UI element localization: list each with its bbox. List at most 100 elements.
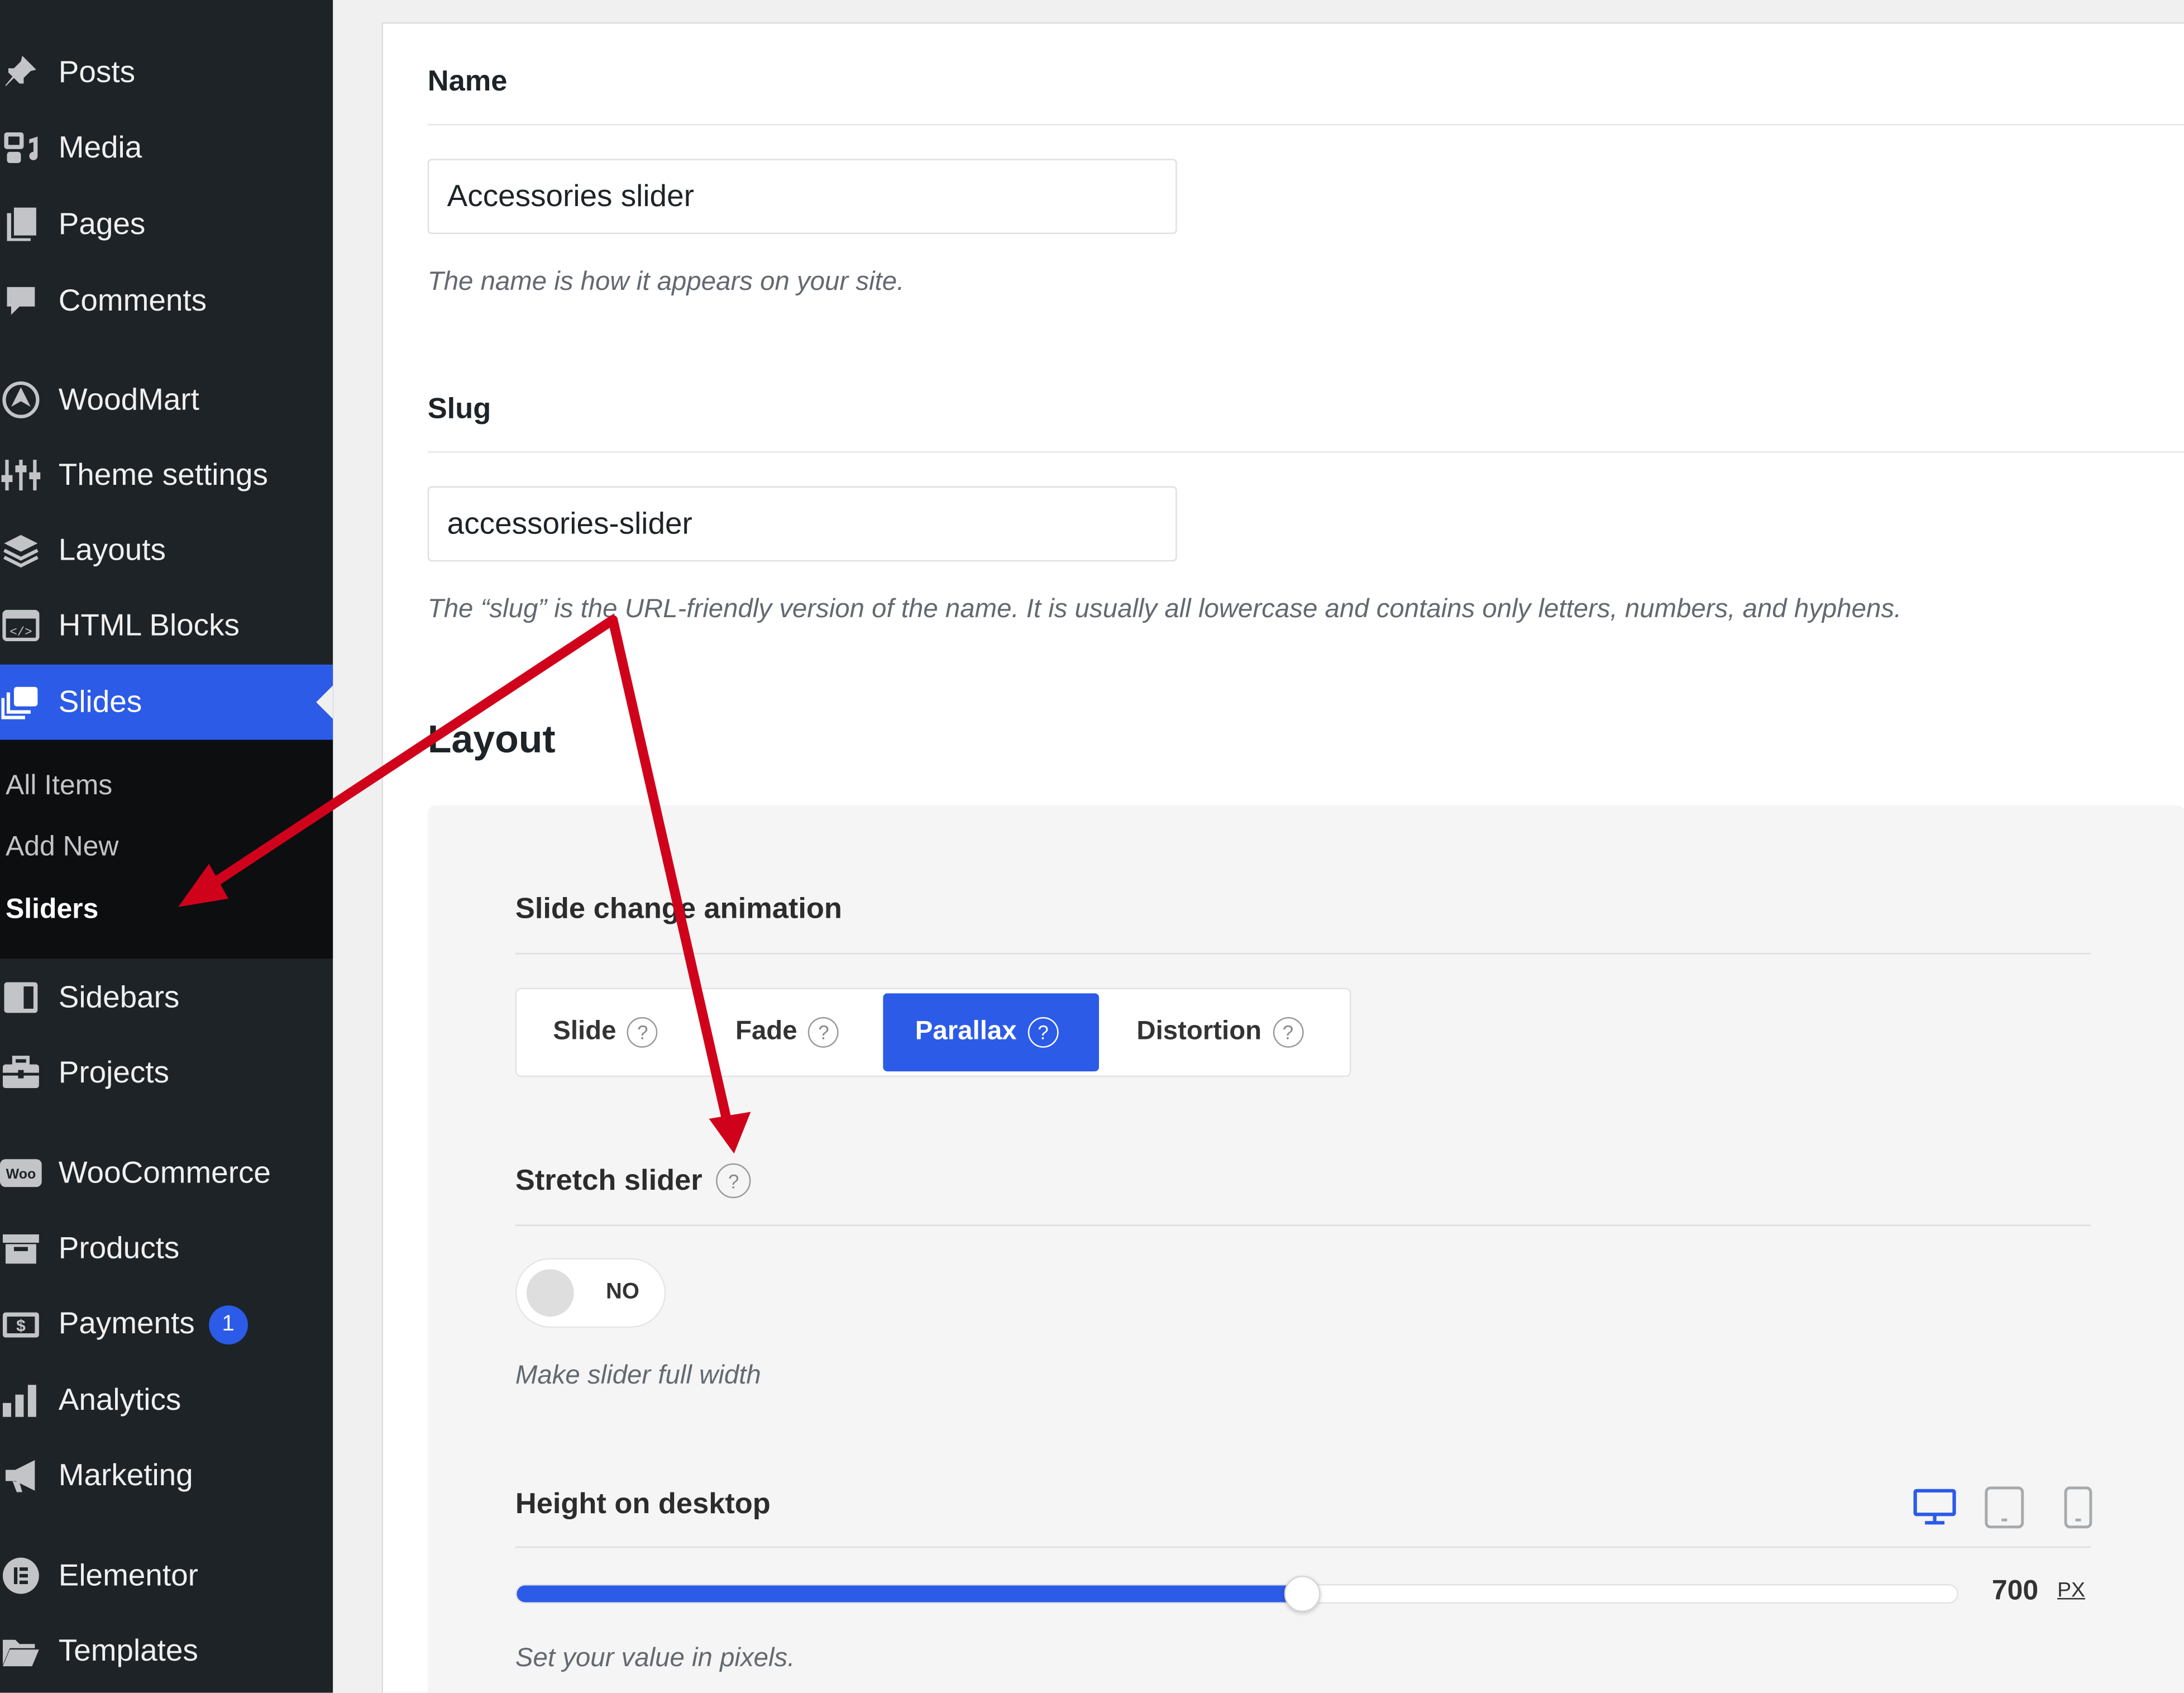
briefcase-icon <box>0 1052 42 1094</box>
sidebar-item-label: Media <box>58 129 142 165</box>
screen: Posts Media Pages Comments WoodMart Them… <box>0 0 2184 1693</box>
option-label: Fade <box>735 1017 797 1047</box>
woo-icon: Woo <box>0 1152 42 1194</box>
help-icon[interactable]: ? <box>627 1017 658 1048</box>
slug-input[interactable]: accessories-slider <box>427 486 1177 562</box>
option-distortion[interactable]: Distortion? <box>1117 993 1322 1071</box>
layout-section-title: Layout <box>427 717 556 761</box>
height-desktop-label: Height on desktop <box>515 1487 771 1520</box>
divider <box>515 1546 2091 1548</box>
edit-slider-form: Name Accessories slider The name is how … <box>381 22 2184 1693</box>
sidebar-item-comments[interactable]: Comments <box>0 273 333 329</box>
sidebar-item-layouts[interactable]: Layouts <box>0 522 333 578</box>
sidebar-item-label: Elementor <box>58 1557 198 1592</box>
name-label: Name <box>427 65 508 98</box>
sidebar-item-posts[interactable]: Posts <box>0 45 333 101</box>
sidebar-item-templates[interactable]: Templates <box>0 1623 333 1679</box>
help-icon[interactable]: ? <box>1273 1017 1303 1048</box>
tablet-icon[interactable] <box>1984 1485 2025 1537</box>
height-value[interactable]: 700 <box>1992 1576 2038 1608</box>
sidebar-item-woodmart[interactable]: WoodMart <box>0 372 333 428</box>
help-icon[interactable]: ? <box>716 1163 751 1199</box>
elementor-icon <box>0 1555 42 1597</box>
woodmart-icon <box>0 379 42 421</box>
sidebar-item-label: Slides <box>58 684 142 719</box>
sidebar-item-label: WoodMart <box>58 381 199 417</box>
sidebar-item-label: WooCommerce <box>58 1155 271 1190</box>
stretch-slider-description: Make slider full width <box>515 1361 761 1391</box>
sidebar-item-media[interactable]: Media <box>0 120 333 176</box>
option-label: Slide <box>553 1017 617 1047</box>
mobile-icon[interactable] <box>2063 1485 2094 1537</box>
slug-label: Slug <box>427 393 491 425</box>
sidebar-item-slides[interactable]: Slides <box>0 664 333 740</box>
submenu-all-items[interactable]: All Items <box>6 770 112 802</box>
payments-label: Payments <box>58 1305 195 1341</box>
pin-icon <box>0 51 42 93</box>
slug-description: The “slug” is the URL-friendly version o… <box>427 595 1902 624</box>
height-description: Set your value in pixels. <box>515 1644 795 1673</box>
sidebar-item-elementor[interactable]: Elementor <box>0 1548 333 1604</box>
stretch-slider-text: Stretch slider <box>515 1163 702 1196</box>
sidebar-item-label: Pages <box>58 206 146 241</box>
unit-selector[interactable]: PX <box>2057 1578 2085 1602</box>
sidebar-item-label: HTML Blocks <box>58 607 240 642</box>
sidebar-item-html-blocks[interactable]: </> HTML Blocks <box>0 598 333 654</box>
sidebar-item-products[interactable]: Products <box>0 1220 333 1276</box>
help-icon[interactable]: ? <box>808 1017 839 1048</box>
svg-text:Woo: Woo <box>6 1166 36 1182</box>
desktop-icon[interactable] <box>1913 1485 1957 1534</box>
sidebar-item-woocommerce[interactable]: Woo WooCommerce <box>0 1145 333 1201</box>
code-icon: </> <box>0 605 42 647</box>
animation-label: Slide change animation <box>515 893 842 926</box>
submenu-add-new[interactable]: Add New <box>6 832 118 864</box>
option-fade[interactable]: Fade? <box>716 993 858 1071</box>
pages-icon <box>0 203 42 245</box>
sidebar-item-theme-settings[interactable]: Theme settings <box>0 447 333 503</box>
divider <box>515 953 2091 955</box>
toggle-state: NO <box>606 1280 639 1304</box>
sidebar-item-label: Marketing <box>58 1457 193 1492</box>
stretch-slider-label: Stretch slider? <box>515 1163 751 1199</box>
svg-text:</>: </> <box>9 624 32 639</box>
svg-text:$: $ <box>16 1317 26 1335</box>
sidebar-item-analytics[interactable]: Analytics <box>0 1372 333 1428</box>
option-label: Parallax <box>915 1017 1017 1047</box>
sidebar-item-label: Analytics <box>58 1382 181 1417</box>
sidebar-item-label: Payments 1 <box>58 1305 248 1345</box>
archive-icon <box>0 1227 42 1269</box>
sidebar-item-projects[interactable]: Projects <box>0 1045 333 1101</box>
slides-icon <box>0 681 42 723</box>
option-label: Distortion <box>1136 1017 1262 1047</box>
sidebar-item-sidebars[interactable]: Sidebars <box>0 970 333 1026</box>
slider-handle[interactable] <box>1283 1576 1320 1612</box>
sidebar-item-label: Products <box>58 1230 180 1265</box>
option-slide[interactable]: Slide? <box>533 993 677 1071</box>
stretch-slider-toggle[interactable]: NO <box>515 1258 666 1328</box>
sidebar-item-pages[interactable]: Pages <box>0 197 333 252</box>
divider <box>515 1224 2091 1226</box>
option-parallax[interactable]: Parallax? <box>883 993 1100 1072</box>
help-icon[interactable]: ? <box>1028 1017 1059 1048</box>
sidebar-item-label: Posts <box>58 54 136 89</box>
megaphone-icon <box>0 1454 42 1496</box>
sidebar-item-label: Templates <box>58 1633 198 1668</box>
sidebar-item-payments[interactable]: $ Payments 1 <box>0 1297 333 1353</box>
layout-panel: Slide change animation Slide? Fade? Para… <box>427 805 2184 1693</box>
submenu-sliders[interactable]: Sliders <box>6 894 98 926</box>
media-icon <box>0 127 42 169</box>
sliders-icon <box>0 454 42 496</box>
height-slider[interactable] <box>515 1576 1958 1612</box>
name-input[interactable]: Accessories slider <box>427 159 1177 235</box>
sidebar-icon <box>0 977 42 1019</box>
admin-sidebar: Posts Media Pages Comments WoodMart Them… <box>0 0 333 1693</box>
divider <box>427 451 2184 453</box>
slides-submenu: All Items Add New Sliders <box>0 740 333 959</box>
sidebar-item-marketing[interactable]: Marketing <box>0 1448 333 1504</box>
divider <box>427 123 2184 126</box>
folder-icon <box>0 1630 42 1672</box>
slider-fill <box>517 1585 1302 1603</box>
sidebar-item-label: Theme settings <box>58 457 268 492</box>
notification-badge: 1 <box>208 1305 248 1345</box>
sidebar-item-label: Layouts <box>58 532 166 567</box>
